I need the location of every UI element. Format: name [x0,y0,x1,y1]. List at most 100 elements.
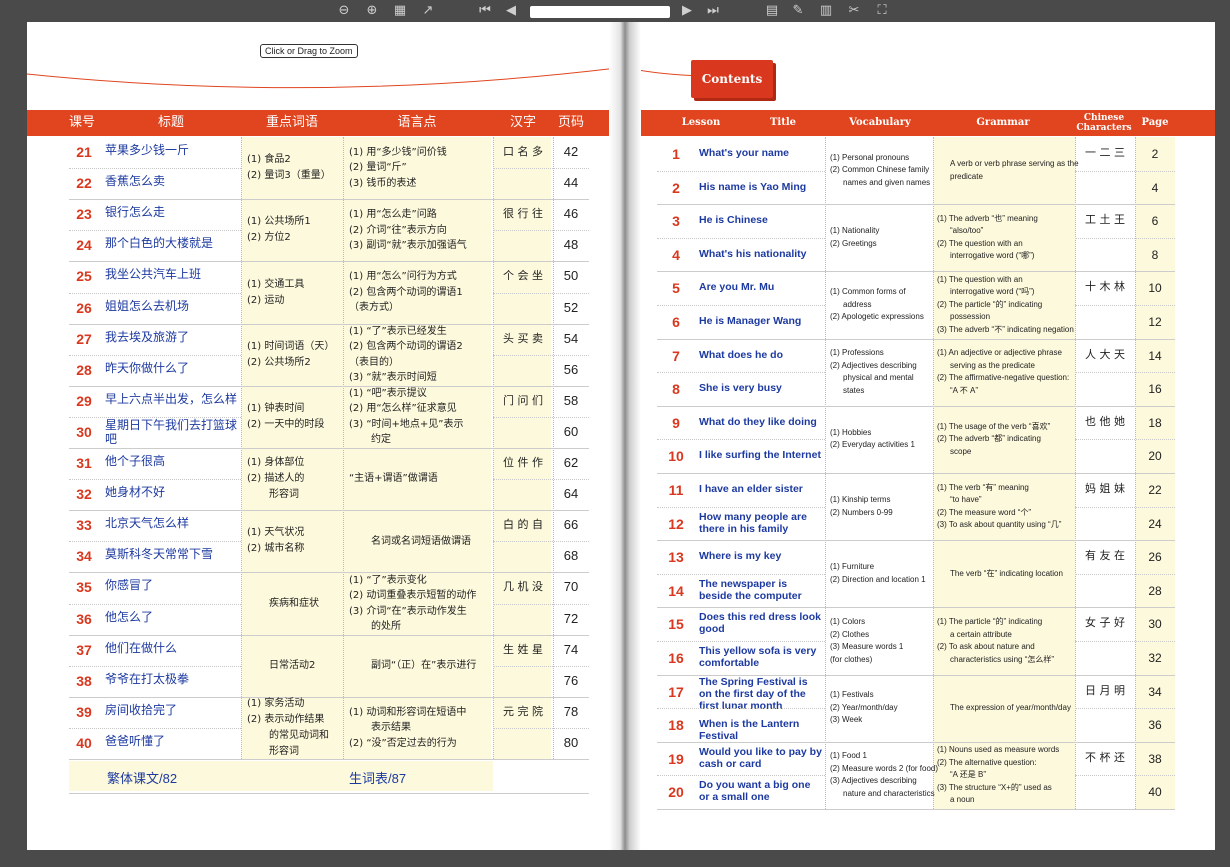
vocab-item: (2) 方位2 [247,232,291,244]
page-number[interactable]: 24 [1135,517,1175,531]
lesson-title[interactable]: 北京天气怎么样 [105,516,241,530]
lesson-title[interactable]: 苹果多少钱一斤 [105,143,241,157]
page-number[interactable]: 38 [1135,752,1175,766]
lesson-title[interactable]: 他们在做什么 [105,641,241,655]
page-number[interactable]: 42 [553,144,589,159]
page-number[interactable]: 30 [1135,617,1175,631]
lesson-title[interactable]: What do they like doing [699,416,823,428]
prev-page-icon[interactable]: ◀ [504,2,518,19]
lesson-title[interactable]: Do you want a big one or a small one [699,779,823,803]
page-number[interactable]: 68 [553,548,589,563]
lesson-title[interactable]: Where is my key [699,550,823,562]
page-number[interactable]: 36 [1135,718,1175,732]
page-number[interactable]: 12 [1135,315,1175,329]
lesson-title[interactable]: 银行怎么走 [105,205,241,219]
lesson-title[interactable]: He is Chinese [699,214,823,226]
lesson-title[interactable]: What's his nationality [699,248,823,260]
lesson-title[interactable]: Are you Mr. Mu [699,281,823,293]
page-number[interactable]: 10 [1135,281,1175,295]
tools-icon[interactable]: ✂ [846,2,862,19]
page-number[interactable]: 76 [553,673,589,688]
first-page-icon[interactable]: ⏮ [476,2,494,19]
lesson-title[interactable]: 早上六点半出发，怎么样 [105,392,241,406]
lesson-title[interactable]: Would you like to pay by cash or card [699,746,823,770]
edit-icon[interactable]: ✎ [790,2,806,19]
zoom-in-icon[interactable]: ⊕ [364,2,380,19]
page-number[interactable]: 18 [1135,416,1175,430]
page-number[interactable]: 28 [1135,584,1175,598]
lesson-title[interactable]: 你感冒了 [105,578,241,592]
lesson-title[interactable]: How many people are there in his family [699,511,823,535]
lesson-title[interactable]: He is Manager Wang [699,315,823,327]
lesson-title[interactable]: 香蕉怎么卖 [105,174,241,188]
lesson-title[interactable]: 那个白色的大楼就是 [105,236,241,250]
page-number[interactable]: 4 [1135,181,1175,195]
page-number[interactable]: 52 [553,300,589,315]
page-number[interactable]: 66 [553,517,589,532]
lesson-title[interactable]: The Spring Festival is on the first day … [699,676,823,712]
page-number[interactable]: 80 [553,735,589,750]
page-number[interactable]: 20 [1135,449,1175,463]
page-number[interactable]: 2 [1135,147,1175,161]
footer-link-vocabulary[interactable]: 生词表/87 [349,768,406,787]
lesson-title[interactable]: 我去埃及旅游了 [105,330,241,344]
lesson-title[interactable]: 房间收拾完了 [105,703,241,717]
share-icon[interactable]: ↗ [420,2,436,19]
book-spread[interactable]: Click or Drag to Zoom 课号 标题 重点词语 语言点 汉字 页码 21… [27,22,1215,850]
lesson-title[interactable]: His name is Yao Ming [699,181,823,193]
lesson-title[interactable]: Does this red dress look good [699,611,823,635]
footer-link-traditional[interactable]: 繁体课文/82 [107,768,177,787]
grid-icon[interactable]: ▦ [392,2,408,19]
page-number[interactable]: 70 [553,579,589,594]
page-number[interactable]: 6 [1135,214,1175,228]
page-number[interactable]: 32 [1135,651,1175,665]
lesson-title[interactable]: 她身材不好 [105,485,241,499]
page-number[interactable]: 56 [553,362,589,377]
page-number[interactable]: 8 [1135,248,1175,262]
lesson-title[interactable]: When is the Lantern Festival [699,718,823,742]
page-number[interactable]: 72 [553,611,589,626]
page-number[interactable]: 14 [1135,349,1175,363]
lesson-title[interactable]: The newspaper is beside the computer [699,578,823,602]
thumbnails-icon[interactable]: ▤ [764,2,780,19]
row-divider-dotted [657,708,825,710]
fullscreen-icon[interactable]: ⛶ [874,2,890,19]
page-number[interactable]: 50 [553,268,589,283]
last-page-icon[interactable]: ⏭ [704,2,722,19]
page-number[interactable]: 34 [1135,685,1175,699]
print-icon[interactable]: ▥ [818,2,834,19]
page-number[interactable]: 48 [553,237,589,252]
next-page-icon[interactable]: ▶ [680,2,694,19]
lesson-title[interactable]: 莫斯科冬天常常下雪 [105,547,241,561]
lesson-title[interactable]: 昨天你做什么了 [105,361,241,375]
page-number[interactable]: 46 [553,206,589,221]
row-divider-dotted [1075,372,1175,374]
lesson-title[interactable]: 我坐公共汽车上班 [105,267,241,281]
lesson-title[interactable]: 星期日下午我们去打篮球吧 [105,418,241,446]
page-number[interactable]: 16 [1135,382,1175,396]
page-number[interactable]: 44 [553,175,589,190]
page-number[interactable]: 60 [553,424,589,439]
lesson-title[interactable]: She is very busy [699,382,823,394]
page-number[interactable]: 58 [553,393,589,408]
page-number[interactable]: 22 [1135,483,1175,497]
page-number[interactable]: 78 [553,704,589,719]
page-number[interactable]: 54 [553,331,589,346]
page-number[interactable]: 26 [1135,550,1175,564]
page-number[interactable]: 62 [553,455,589,470]
zoom-out-icon[interactable]: ⊖ [336,2,352,19]
lesson-title[interactable]: 他个子很高 [105,454,241,468]
page-number[interactable]: 40 [1135,785,1175,799]
page-slider[interactable] [530,6,670,18]
lesson-title[interactable]: What does he do [699,349,823,361]
lesson-title[interactable]: 姐姐怎么去机场 [105,299,241,313]
lesson-title[interactable]: 他怎么了 [105,610,241,624]
page-number[interactable]: 64 [553,486,589,501]
lesson-title[interactable]: 爸爸听懂了 [105,734,241,748]
page-number[interactable]: 74 [553,642,589,657]
lesson-title[interactable]: 爷爷在打太极拳 [105,672,241,686]
lesson-title[interactable]: I have an elder sister [699,483,823,495]
lesson-title[interactable]: What's your name [699,147,823,159]
lesson-title[interactable]: This yellow sofa is very comfortable [699,645,823,669]
lesson-title[interactable]: I like surfing the Internet [699,449,823,461]
